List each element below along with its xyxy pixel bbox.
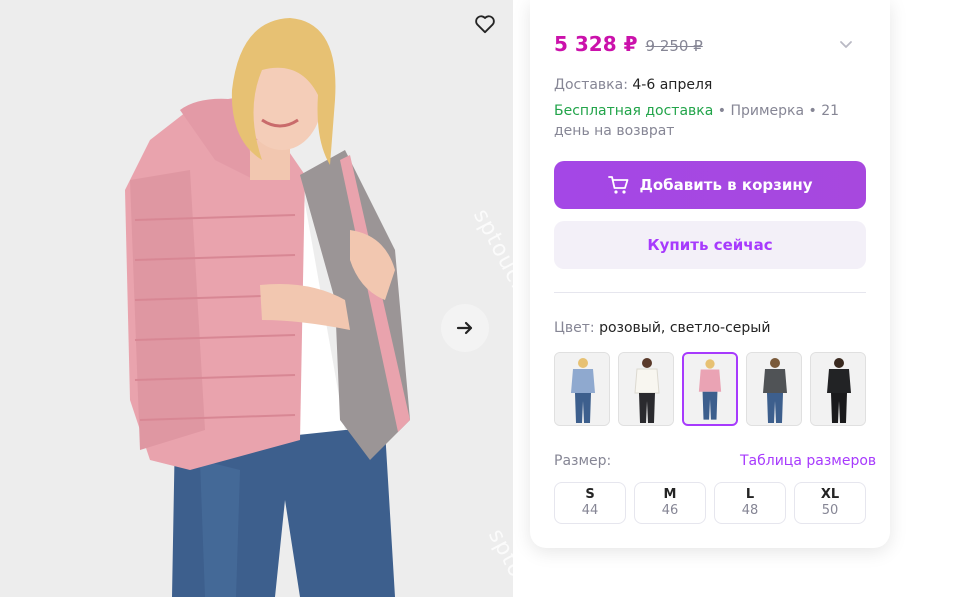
- size-selector: S 44 M 46 L 48 XL 50: [554, 482, 866, 524]
- arrow-right-icon: [456, 321, 473, 335]
- product-photo[interactable]: sptouch sptouch: [0, 0, 513, 597]
- variant-black[interactable]: [810, 352, 866, 426]
- delivery-date: 4-6 апреля: [632, 77, 713, 93]
- size-letter: XL: [820, 487, 840, 502]
- size-table-link[interactable]: Таблица размеров: [740, 453, 876, 469]
- variant-cream[interactable]: [618, 352, 674, 426]
- price-row: 5 328 ₽ 9 250 ₽: [554, 32, 703, 56]
- variant-pink[interactable]: [682, 352, 738, 426]
- divider: [554, 292, 866, 293]
- delivery-perks: Бесплатная доставка • Примерка • 21 день…: [554, 101, 864, 141]
- heart-icon: [475, 15, 495, 34]
- size-number: 50: [821, 503, 839, 518]
- variant-thumbnail: [684, 354, 736, 424]
- free-delivery-label: Бесплатная доставка: [554, 103, 714, 119]
- color-variants: [554, 352, 866, 426]
- size-letter: S: [585, 487, 595, 502]
- size-letter: M: [663, 487, 677, 502]
- delivery-info: Доставка: 4-6 апреля: [554, 77, 712, 93]
- color-value: розовый, светло-серый: [599, 320, 771, 336]
- product-page: sptouch sptouch 5 328 ₽ 9 250 ₽ Доставка…: [0, 0, 959, 597]
- cart-icon: [607, 176, 628, 194]
- size-option-m[interactable]: M 46: [634, 482, 706, 524]
- price-details-toggle[interactable]: [836, 34, 856, 54]
- model-photo: [0, 0, 513, 597]
- size-label: Размер:: [554, 453, 612, 469]
- size-option-l[interactable]: L 48: [714, 482, 786, 524]
- favorite-button[interactable]: [470, 10, 500, 38]
- size-number: 46: [661, 503, 679, 518]
- variant-thumbnail: [555, 353, 609, 425]
- variant-thumbnail: [747, 353, 801, 425]
- buy-card: 5 328 ₽ 9 250 ₽ Доставка: 4-6 апреля Бес…: [530, 0, 890, 548]
- variant-thumbnail: [811, 353, 865, 425]
- add-to-cart-button[interactable]: Добавить в корзину: [554, 161, 866, 209]
- variant-grey[interactable]: [746, 352, 802, 426]
- current-price: 5 328 ₽: [554, 32, 638, 56]
- chevron-down-icon: [840, 41, 852, 48]
- variant-thumbnail: [619, 353, 673, 425]
- size-letter: L: [745, 487, 755, 502]
- next-image-button[interactable]: [441, 304, 489, 352]
- delivery-label: Доставка:: [554, 77, 628, 93]
- color-info: Цвет: розовый, светло-серый: [554, 320, 770, 336]
- old-price: 9 250 ₽: [645, 37, 703, 55]
- size-number: 48: [741, 503, 759, 518]
- size-option-xl[interactable]: XL 50: [794, 482, 866, 524]
- buy-now-label: Купить сейчас: [647, 236, 773, 254]
- color-label: Цвет:: [554, 320, 595, 336]
- size-option-s[interactable]: S 44: [554, 482, 626, 524]
- variant-blue[interactable]: [554, 352, 610, 426]
- buy-now-button[interactable]: Купить сейчас: [554, 221, 866, 269]
- size-number: 44: [581, 503, 599, 518]
- add-to-cart-label: Добавить в корзину: [639, 176, 813, 194]
